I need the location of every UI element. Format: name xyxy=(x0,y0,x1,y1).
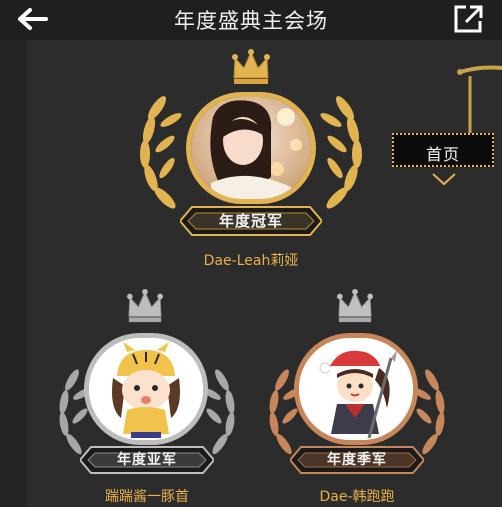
third-place-rank-label: 年度季军 xyxy=(327,452,387,468)
home-sign-label: 首页 xyxy=(425,145,460,164)
champion-rank-label: 年度冠军 xyxy=(218,212,283,230)
runner-up-name[interactable]: 踹踹酱一豚首 xyxy=(60,486,234,506)
share-external-icon[interactable] xyxy=(450,3,486,35)
champion-avatar[interactable] xyxy=(186,92,316,204)
runner-up-avatar[interactable] xyxy=(84,333,208,445)
third-place-avatar[interactable] xyxy=(294,333,418,445)
header-bar: 年度盛典主会场 xyxy=(0,0,502,40)
third-place-avatar-image xyxy=(299,338,413,440)
champion-name[interactable]: Dae-Leah莉娅 xyxy=(150,250,352,270)
bronze-crown-icon xyxy=(337,288,373,323)
runner-up-rank-label: 年度亚军 xyxy=(117,452,177,468)
sign-hanger-icon xyxy=(457,65,502,134)
left-rail xyxy=(0,40,26,507)
third-place-name[interactable]: Dae-韩跑跑 xyxy=(270,486,444,506)
runner-up-avatar-image xyxy=(89,338,203,440)
page-title: 年度盛典主会场 xyxy=(174,9,328,33)
champion-avatar-image xyxy=(191,97,311,199)
home-sign-button[interactable]: 首页 xyxy=(392,133,494,167)
chevron-down-icon[interactable] xyxy=(431,172,457,186)
gold-crown-icon xyxy=(232,49,270,84)
silver-crown-icon xyxy=(127,288,163,323)
